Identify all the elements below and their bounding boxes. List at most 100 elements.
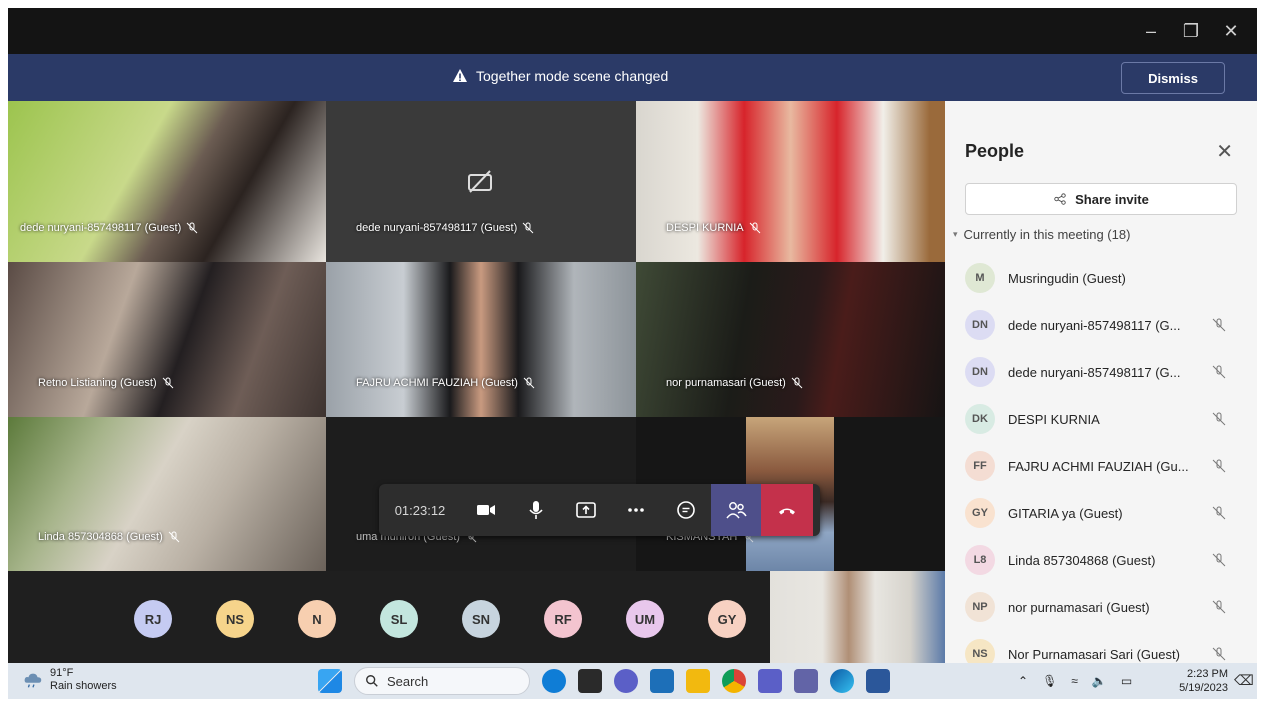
dismiss-button[interactable]: Dismiss (1121, 62, 1225, 94)
system-tray: ⌃ 🎙 ≈ 🔈 ▭ (1018, 663, 1132, 699)
search-box[interactable]: Search (354, 667, 530, 695)
share-invite-button[interactable]: Share invite (965, 183, 1237, 215)
notification-bar: Together mode scene changed Dismiss (8, 54, 1257, 101)
microphone-tray-icon[interactable]: 🎙 (1042, 674, 1057, 688)
participant-name: Retno Listianing (Guest) (38, 377, 157, 389)
task-view-icon[interactable] (578, 669, 602, 693)
more-button[interactable] (611, 484, 661, 536)
start-icon[interactable] (318, 669, 342, 693)
avatar: DK (965, 404, 995, 434)
avatar[interactable]: UM (626, 600, 664, 638)
avatar[interactable]: SN (462, 600, 500, 638)
teams-classic-icon[interactable] (794, 669, 818, 693)
notification-center-icon[interactable]: ⌫ (1234, 672, 1254, 689)
camera-icon (477, 505, 495, 515)
self-view-video[interactable] (770, 571, 945, 663)
avatar[interactable]: N (298, 600, 336, 638)
people-button[interactable] (711, 484, 761, 536)
search-label: Search (387, 673, 429, 689)
meeting-section-header[interactable]: ▾ Currently in this meeting (18) (953, 227, 1130, 242)
video-tile[interactable]: FAJRU ACHMI FAUZIAH (Guest) (326, 262, 636, 417)
chevron-up-icon[interactable]: ⌃ (1018, 674, 1028, 688)
person-name: dede nuryani-857498117 (G... (1008, 364, 1181, 380)
hang-up-button[interactable] (761, 484, 813, 536)
battery-icon[interactable]: ▭ (1121, 674, 1132, 688)
mic-off-icon (791, 377, 803, 389)
video-tile[interactable]: Linda 857304868 (Guest) (8, 417, 326, 571)
restore-icon[interactable]: ❐ (1174, 18, 1208, 44)
video-tile[interactable]: dede nuryani-857498117 (Guest) (8, 101, 326, 262)
people-panel: People ✕ Share invite ▾ Currently in thi… (945, 101, 1257, 663)
participant-name: FAJRU ACHMI FAUZIAH (Guest) (356, 377, 518, 389)
chat-button[interactable] (661, 484, 711, 536)
video-tile[interactable]: dede nuryani-857498117 (Guest) (326, 101, 636, 262)
mic-off-icon (186, 222, 198, 234)
avatar[interactable]: RF (544, 600, 582, 638)
mic-off-icon (1212, 506, 1226, 520)
list-item[interactable]: NS Nor Purnamasari Sari (Guest) (965, 634, 1245, 663)
list-item[interactable]: M Musringudin (Guest) (965, 258, 1245, 298)
mic-off-icon (1212, 365, 1226, 379)
list-item[interactable]: DK DESPI KURNIA (965, 399, 1245, 439)
avatar: FF (965, 451, 995, 481)
avatar: DN (965, 357, 995, 387)
teams-icon[interactable] (758, 669, 782, 693)
person-name: Nor Purnamasari Sari (Guest) (1008, 646, 1180, 662)
close-panel-icon[interactable]: ✕ (1216, 139, 1233, 164)
mic-off-icon (162, 377, 173, 389)
mic-off-icon (1212, 459, 1226, 473)
mic-off-icon (749, 222, 760, 234)
avatar: GY (965, 498, 995, 528)
camera-button[interactable] (461, 484, 511, 536)
video-tile[interactable]: Retno Listianing (Guest) (8, 262, 326, 417)
rain-cloud-icon (24, 673, 42, 688)
video-tile[interactable]: DESPI KURNIA (636, 101, 945, 262)
avatar: L8 (965, 545, 995, 575)
wifi-icon[interactable]: ≈ (1071, 674, 1078, 688)
windows-taskbar: 91°F Rain showers Search ⌃ 🎙 ≈ 🔈 ▭ 2:23 … (8, 663, 1257, 699)
list-item[interactable]: DN dede nuryani-857498117 (G... (965, 305, 1245, 345)
file-explorer-icon[interactable] (686, 669, 710, 693)
people-icon (726, 502, 747, 519)
video-tile[interactable]: nor purnamasari (Guest) (636, 262, 945, 417)
word-icon[interactable] (866, 669, 890, 693)
share-screen-icon (576, 502, 596, 518)
person-name: Musringudin (Guest) (1008, 270, 1126, 286)
participant-name: dede nuryani-857498117 (Guest) (20, 222, 182, 234)
bing-icon[interactable] (542, 669, 566, 693)
avatar: NP (965, 592, 995, 622)
meet-icon[interactable] (614, 669, 638, 693)
chrome-icon[interactable] (722, 669, 746, 693)
participant-name: dede nuryani-857498117 (Guest) (356, 222, 518, 234)
avatar: DN (965, 310, 995, 340)
meeting-controls: 01:23:12 (379, 484, 820, 536)
list-item[interactable]: FF FAJRU ACHMI FAUZIAH (Gu... (965, 446, 1245, 486)
list-item[interactable]: GY GITARIA ya (Guest) (965, 493, 1245, 533)
person-name: Linda 857304868 (Guest) (1008, 552, 1156, 568)
list-item[interactable]: L8 Linda 857304868 (Guest) (965, 540, 1245, 580)
microphone-icon (529, 501, 543, 519)
taskbar-clock[interactable]: 2:23 PM 5/19/2023 (1158, 667, 1228, 695)
person-name: dede nuryani-857498117 (G... (1008, 317, 1181, 333)
microphone-button[interactable] (511, 484, 561, 536)
list-item[interactable]: NP nor purnamasari (Guest) (965, 587, 1245, 627)
volume-icon[interactable]: 🔈 (1092, 674, 1107, 688)
share-invite-label: Share invite (1075, 191, 1149, 207)
mic-off-icon (1212, 600, 1226, 614)
person-name: nor purnamasari (Guest) (1008, 599, 1150, 615)
avatar[interactable]: GY (708, 600, 746, 638)
avatar[interactable]: RJ (134, 600, 172, 638)
close-icon[interactable]: ✕ (1214, 18, 1248, 44)
edge-icon[interactable] (830, 669, 854, 693)
avatar: NS (965, 639, 995, 663)
avatar[interactable]: SL (380, 600, 418, 638)
participant-avatar-row: RJ NS N SL SN RF UM GY (8, 571, 770, 663)
chat-icon (677, 501, 695, 519)
list-item[interactable]: DN dede nuryani-857498117 (G... (965, 352, 1245, 392)
share-screen-button[interactable] (561, 484, 611, 536)
weather-widget[interactable]: 91°F Rain showers (22, 667, 117, 693)
mail-icon[interactable] (650, 669, 674, 693)
panel-title: People (965, 141, 1025, 161)
avatar[interactable]: NS (216, 600, 254, 638)
minimize-icon[interactable]: – (1134, 18, 1168, 44)
